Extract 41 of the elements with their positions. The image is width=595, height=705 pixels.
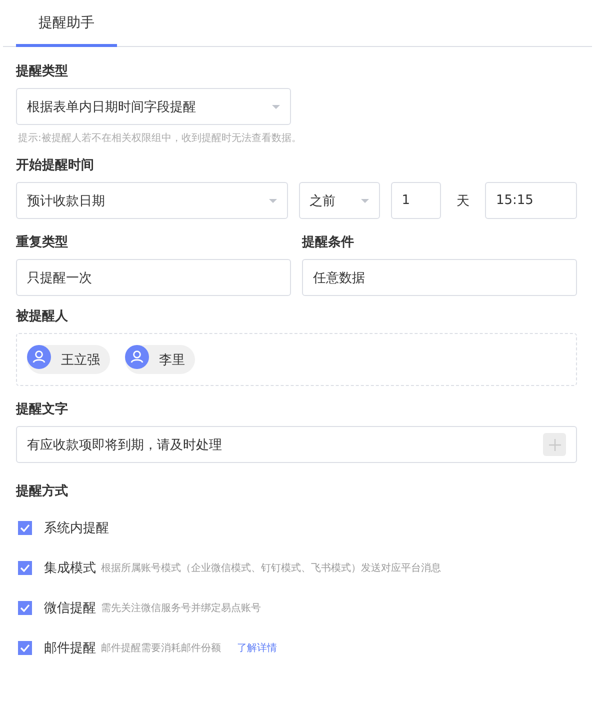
check-icon (19, 602, 31, 614)
select-field[interactable]: 任意数据 (302, 259, 577, 296)
person-chip[interactable]: 李里 (125, 345, 195, 374)
caret-icon (360, 198, 369, 202)
number-field[interactable]: 1 (390, 182, 442, 219)
field-label: 提醒文字 (16, 400, 69, 419)
checkbox[interactable] (18, 521, 32, 535)
recipient-box[interactable]: 王立强 李里 (16, 333, 577, 386)
hint-text: 提示:被提醒人若不在相关权限组中，收到提醒时无法查看数据。 (18, 132, 302, 146)
check-icon (19, 522, 31, 534)
caret-icon (268, 198, 277, 202)
person-chip[interactable]: 王立强 (27, 345, 110, 374)
field-label: 开始提醒时间 (16, 157, 95, 175)
field-label: 提醒方式 (16, 482, 69, 501)
option-label: 邮件提醒 (44, 640, 96, 657)
option-label: 微信提醒 (44, 600, 96, 617)
field-label: 提醒条件 (302, 234, 355, 252)
select-field[interactable]: 只提醒一次 (16, 259, 291, 296)
select-field[interactable]: 预计收款日期 (16, 182, 288, 219)
option-note: 需先关注微信服务号并绑定易点账号 (101, 602, 261, 615)
checkbox[interactable] (18, 601, 32, 615)
option-note: 根据所属账号模式（企业微信模式、钉钉模式、飞书模式）发送对应平台消息 (101, 562, 441, 575)
select-field[interactable]: 之前 (298, 182, 380, 219)
checkbox[interactable] (18, 641, 32, 655)
plus-icon (548, 438, 560, 450)
option-note: 邮件提醒需要消耗邮件份额 (101, 642, 221, 655)
details-link[interactable]: 了解详情 (237, 641, 277, 655)
field-label: 被提醒人 (16, 308, 69, 326)
field-label: 提醒类型 (16, 63, 69, 81)
check-icon (19, 642, 31, 654)
option-label: 系统内提醒 (44, 520, 109, 537)
field-label: 重复类型 (16, 234, 69, 252)
caret-icon (272, 104, 280, 108)
select-field[interactable]: 根据表单内日期时间字段提醒 (16, 88, 291, 125)
unit-label: 天 (456, 192, 471, 210)
option-label: 集成模式 (44, 560, 96, 577)
text-field[interactable]: 有应收款项即将到期，请及时处理 (16, 426, 577, 463)
checkbox[interactable] (18, 561, 32, 575)
time-field[interactable]: 15:15 (484, 182, 578, 219)
tab[interactable]: 提醒助手 (16, 0, 117, 47)
check-icon (19, 562, 31, 574)
